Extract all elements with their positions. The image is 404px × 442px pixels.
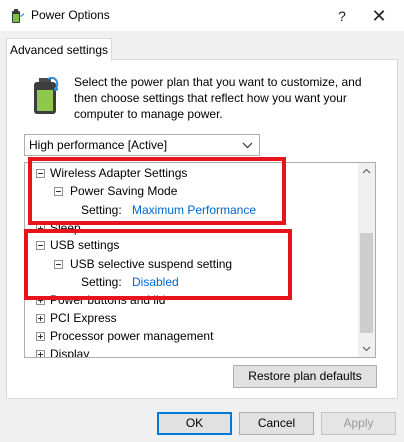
expand-icon[interactable] — [36, 224, 45, 233]
tree-scrollbar[interactable] — [358, 163, 375, 357]
collapse-icon[interactable] — [54, 260, 63, 269]
ok-button[interactable]: OK — [157, 412, 232, 435]
chevron-down-icon — [242, 137, 253, 156]
expand-icon[interactable] — [36, 332, 45, 341]
expand-icon[interactable] — [36, 350, 45, 357]
battery-icon — [34, 76, 59, 114]
collapse-icon[interactable] — [36, 241, 45, 250]
apply-button[interactable]: Apply — [321, 412, 396, 435]
expand-icon[interactable] — [36, 314, 45, 323]
scroll-up-icon[interactable] — [358, 163, 375, 180]
battery-plug-icon — [12, 9, 24, 23]
expand-icon[interactable] — [36, 296, 45, 305]
cancel-button[interactable]: Cancel — [239, 412, 314, 435]
title-bar: Power Options ? ✕ — [0, 0, 404, 31]
intro-text: Select the power plan that you want to c… — [74, 75, 362, 121]
setting-value-link[interactable]: Disabled — [132, 273, 179, 291]
close-button[interactable]: ✕ — [366, 4, 392, 28]
power-plan-select-value: High performance [Active] — [29, 138, 168, 152]
collapse-icon[interactable] — [54, 187, 63, 196]
tab-advanced-settings[interactable]: Advanced settings — [6, 38, 112, 61]
restore-plan-defaults-button[interactable]: Restore plan defaults — [233, 365, 377, 388]
collapse-icon[interactable] — [36, 169, 45, 178]
settings-tree[interactable]: Wireless Adapter Settings Power Saving M… — [24, 162, 376, 358]
scrollbar-thumb[interactable] — [360, 233, 373, 333]
setting-value-link[interactable]: Maximum Performance — [132, 201, 256, 219]
power-plan-select[interactable]: High performance [Active] — [24, 134, 260, 156]
help-button[interactable]: ? — [332, 6, 352, 26]
scroll-down-icon[interactable] — [358, 340, 375, 357]
window-title: Power Options — [31, 8, 110, 22]
